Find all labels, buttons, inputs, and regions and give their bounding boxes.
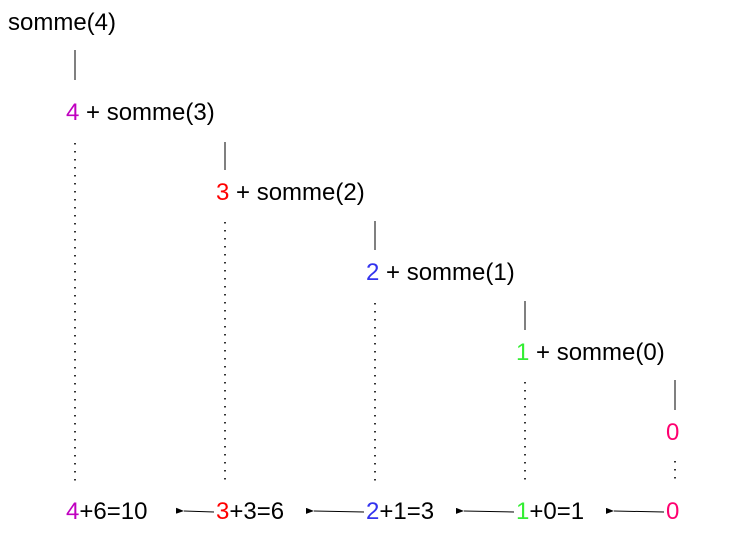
result-0: 0 xyxy=(666,500,679,524)
recursion-diagram: somme(4) 4 + somme(3) 3 + somme(2) 2 + s… xyxy=(0,0,755,540)
level-number: 1 xyxy=(516,339,530,366)
level-rest: + somme(0) xyxy=(529,339,665,366)
level-number: 3 xyxy=(216,179,230,206)
result-number: 3 xyxy=(216,498,230,525)
level-number: 4 xyxy=(66,99,80,126)
result-1: 1+0=1 xyxy=(516,500,584,524)
result-4: 4+6=10 xyxy=(66,500,147,524)
return-arrow xyxy=(305,507,365,514)
result-number: 4 xyxy=(66,498,80,525)
result-number: 1 xyxy=(516,498,530,525)
call-text: somme(4) xyxy=(8,9,117,36)
result-rest: +1=3 xyxy=(379,498,435,525)
result-2: 2+1=3 xyxy=(366,500,434,524)
call-root: somme(4) xyxy=(8,11,116,35)
call-level-2: 2 + somme(1) xyxy=(366,261,515,285)
level-rest: + somme(1) xyxy=(379,259,515,286)
result-number: 2 xyxy=(366,498,380,525)
return-arrow xyxy=(455,507,515,514)
call-level-3: 3 + somme(2) xyxy=(216,181,365,205)
call-level-4: 4 + somme(3) xyxy=(66,101,215,125)
call-level-0: 0 xyxy=(666,421,679,445)
level-number: 2 xyxy=(366,259,380,286)
result-number: 0 xyxy=(666,498,680,525)
result-rest: +6=10 xyxy=(79,498,148,525)
level-number: 0 xyxy=(666,419,680,446)
return-arrow xyxy=(175,507,215,514)
level-rest: + somme(3) xyxy=(79,99,215,126)
level-rest: + somme(2) xyxy=(229,179,365,206)
result-3: 3+3=6 xyxy=(216,500,284,524)
result-rest: +3=6 xyxy=(229,498,285,525)
return-arrow xyxy=(605,507,665,514)
call-level-1: 1 + somme(0) xyxy=(516,341,665,365)
result-rest: +0=1 xyxy=(529,498,585,525)
